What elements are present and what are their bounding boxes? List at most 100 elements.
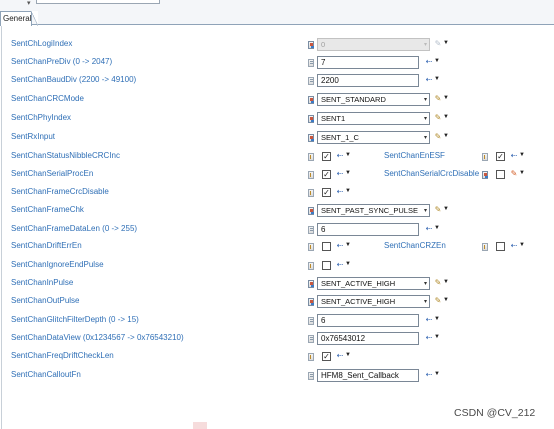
sentchanglitchfilterdepth-field-type-icon [308, 317, 314, 325]
sentchancrcmode-label: SentChanCRCMode [11, 94, 84, 103]
sentchlogiindex-select: 0 ▾ [317, 38, 430, 51]
link-icon[interactable]: ⇠ [424, 57, 434, 67]
caret-down-icon[interactable]: ▼ [345, 152, 351, 158]
sentchandrifterren-field-type-icon [308, 243, 314, 251]
tab-bar: General [0, 9, 554, 26]
property-row: SentChLogiIndex 0 ▾ ✎ ▼ [2, 37, 554, 53]
chevron-down-icon: ▾ [423, 135, 427, 141]
caret-down-icon[interactable]: ▼ [345, 242, 351, 248]
link-icon[interactable]: ⇠ [335, 187, 345, 197]
caret-down-icon[interactable]: ▼ [434, 58, 440, 64]
sentrxinput-select[interactable]: SENT_1_C ▾ [317, 131, 430, 144]
edit-pencil-icon[interactable]: ✎ [433, 132, 443, 142]
sentchandataview-input[interactable]: 0x76543012 [317, 332, 419, 345]
link-icon[interactable]: ⇠ [335, 151, 345, 161]
sentchanfreqdriftchecklen-checkbox[interactable]: ✓ [322, 352, 331, 361]
sentchanglitchfilterdepth-label: SentChanGlitchFilterDepth (0 -> 15) [11, 315, 139, 324]
sentchancalloutfn-input[interactable]: HFM8_Sent_Callback [317, 369, 419, 382]
property-row: SentChanFrameChk SENT_PAST_SYNC_PULSE ▾ ✎ ▼ [2, 203, 554, 219]
caret-down-icon[interactable]: ▼ [443, 297, 449, 303]
sentchanprediv-input[interactable]: 7 [317, 56, 419, 69]
edit-pencil-icon[interactable]: ✎ [433, 278, 443, 288]
sentchanstatusnibblecrcinc-field-type-icon [308, 153, 314, 161]
sentchanbauddiv-field-type-icon [308, 77, 314, 85]
top-expand-icon[interactable]: ▾ [27, 0, 31, 7]
link-icon[interactable]: ⇠ [335, 260, 345, 270]
caret-down-icon: ▼ [443, 40, 449, 46]
caret-down-icon[interactable]: ▼ [434, 225, 440, 231]
edit-pencil-icon[interactable]: ✎ [433, 113, 443, 123]
caret-down-icon[interactable]: ▼ [443, 206, 449, 212]
property-row: SentChanDataView (0x1234567 -> 0x7654321… [2, 331, 554, 347]
caret-down-icon[interactable]: ▼ [443, 133, 449, 139]
sentchphyindex-select[interactable]: SENT1 ▾ [317, 112, 430, 125]
sentchanframechk-select[interactable]: SENT_PAST_SYNC_PULSE ▾ [317, 204, 430, 217]
chevron-down-icon: ▾ [423, 42, 427, 48]
sentchanframechk-field-type-icon [308, 207, 314, 215]
property-row: SentChanBaudDiv (2200 -> 49100) 2200 ⇠ ▼ [2, 73, 554, 89]
link-icon[interactable]: ⇠ [509, 151, 519, 161]
caret-down-icon[interactable]: ▼ [519, 242, 525, 248]
caret-down-icon[interactable]: ▼ [443, 114, 449, 120]
caret-down-icon[interactable]: ▼ [434, 76, 440, 82]
link-icon[interactable]: ⇠ [424, 333, 434, 343]
sentchanbauddiv-label: SentChanBaudDiv (2200 -> 49100) [11, 75, 137, 84]
top-strip: ▾ [0, 0, 554, 9]
sentchphyindex-select-value: SENT1 [321, 114, 346, 123]
sentchanignoreendpulse-checkbox[interactable] [322, 261, 331, 270]
link-icon[interactable]: ⇠ [335, 169, 345, 179]
sentchancrcmode-select[interactable]: SENT_STANDARD ▾ [317, 93, 430, 106]
sentchanstatusnibblecrcinc-checkbox[interactable]: ✓ [322, 152, 331, 161]
property-row: SentChanFrameDataLen (0 -> 255) 6 ⇠ ▼ [2, 222, 554, 238]
sentchanfreqdriftchecklen-field-type-icon [308, 353, 314, 361]
link-icon[interactable]: ⇠ [335, 241, 345, 251]
sentchanenesf-field-type-icon [482, 153, 488, 161]
link-icon[interactable]: ⇠ [424, 370, 434, 380]
caret-down-icon[interactable]: ▼ [345, 170, 351, 176]
sentchanenesf-checkbox[interactable]: ✓ [496, 152, 505, 161]
caret-down-icon[interactable]: ▼ [519, 170, 525, 176]
top-selector-field[interactable] [36, 0, 160, 4]
tab-general[interactable]: General [0, 11, 38, 26]
caret-down-icon[interactable]: ▼ [434, 334, 440, 340]
sentchanbauddiv-input[interactable]: 2200 [317, 74, 419, 87]
sentchandrifterren-checkbox[interactable] [322, 242, 331, 251]
property-row: SentChPhyIndex SENT1 ▾ ✎ ▼ [2, 111, 554, 127]
property-row: SentChanCRCMode SENT_STANDARD ▾ ✎ ▼ [2, 92, 554, 108]
caret-down-icon[interactable]: ▼ [443, 95, 449, 101]
sentchanoutpulse-select[interactable]: SENT_ACTIVE_HIGH ▾ [317, 295, 430, 308]
sentchlogiindex-label: SentChLogiIndex [11, 39, 73, 48]
caret-down-icon[interactable]: ▼ [434, 371, 440, 377]
sentchanframecrcdisable-checkbox[interactable]: ✓ [322, 188, 331, 197]
sentchanoutpulse-select-value: SENT_ACTIVE_HIGH [321, 297, 396, 306]
caret-down-icon[interactable]: ▼ [519, 152, 525, 158]
sentchancrzen-checkbox[interactable] [496, 242, 505, 251]
sentchanserialprocen-checkbox[interactable]: ✓ [322, 170, 331, 179]
sentchanglitchfilterdepth-input[interactable]: 6 [317, 314, 419, 327]
caret-down-icon[interactable]: ▼ [345, 261, 351, 267]
edit-pencil-icon[interactable]: ✎ [433, 94, 443, 104]
property-row: SentChanPreDiv (0 -> 2047) 7 ⇠ ▼ [2, 55, 554, 71]
caret-down-icon[interactable]: ▼ [345, 188, 351, 194]
sentchphyindex-field-type-icon [308, 115, 314, 123]
sentchanserialcrcdisable-checkbox[interactable] [496, 170, 505, 179]
edit-pencil-icon[interactable]: ✎ [509, 169, 519, 179]
sentchlogiindex-field-type-icon [308, 41, 314, 49]
property-row: SentChanDriftErrEn ⇠ ▼ SentChanCRZEn ⇠ ▼ [2, 239, 554, 255]
decorative-mark [193, 422, 207, 429]
sentchaninpulse-select[interactable]: SENT_ACTIVE_HIGH ▾ [317, 277, 430, 290]
edit-pencil-icon[interactable]: ✎ [433, 205, 443, 215]
sentrxinput-label: SentRxInput [11, 132, 56, 141]
link-icon[interactable]: ⇠ [509, 241, 519, 251]
link-icon[interactable]: ⇠ [335, 351, 345, 361]
caret-down-icon[interactable]: ▼ [345, 352, 351, 358]
link-icon[interactable]: ⇠ [424, 315, 434, 325]
link-icon[interactable]: ⇠ [424, 224, 434, 234]
caret-down-icon[interactable]: ▼ [434, 316, 440, 322]
edit-pencil-icon[interactable]: ✎ [433, 296, 443, 306]
caret-down-icon[interactable]: ▼ [443, 279, 449, 285]
sentchancalloutfn-label: SentChanCalloutFn [11, 370, 81, 379]
link-icon[interactable]: ⇠ [424, 75, 434, 85]
sentchanserialcrcdisable-field-type-icon [482, 171, 488, 179]
sentchanframedatalen-input[interactable]: 6 [317, 223, 419, 236]
